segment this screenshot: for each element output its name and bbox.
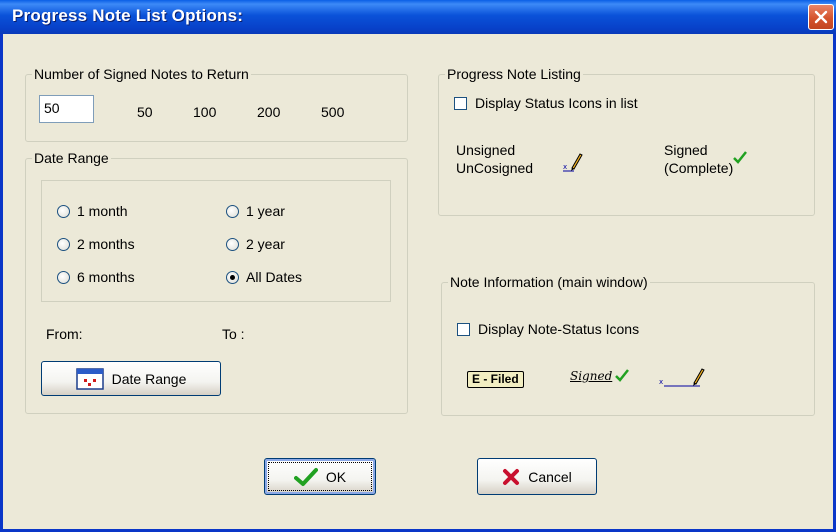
close-button[interactable]: [808, 4, 834, 30]
cancel-button[interactable]: Cancel: [477, 458, 597, 495]
checkmark-icon: [733, 151, 747, 164]
signed-notes-count-input[interactable]: 50: [39, 95, 94, 123]
to-label: To :: [222, 326, 245, 342]
checkmark-icon: [615, 369, 629, 382]
display-status-icons-checkbox[interactable]: [454, 96, 467, 110]
cancel-button-label: Cancel: [528, 468, 572, 485]
note-information-group: Note Information (main window) Display N…: [441, 273, 815, 416]
radio-label: 2 year: [246, 236, 285, 252]
preset-50[interactable]: 50: [137, 103, 153, 121]
radio-all-dates[interactable]: All Dates: [226, 269, 302, 285]
radio-2-year[interactable]: 2 year: [226, 236, 285, 252]
date-range-button[interactable]: Date Range: [41, 361, 221, 396]
dialog-content: Number of Signed Notes to Return 50 50 1…: [3, 34, 833, 529]
dialog-window: Progress Note List Options: Number of Si…: [0, 0, 836, 532]
progress-note-listing-group: Progress Note Listing Display Status Ico…: [438, 65, 815, 216]
radio-2-months[interactable]: 2 months: [57, 236, 135, 252]
radio-button[interactable]: [57, 270, 70, 284]
date-range-legend: Date Range: [32, 149, 111, 167]
uncosigned-label: UnCosigned: [456, 160, 534, 176]
date-range-button-label: Date Range: [111, 370, 187, 387]
note-information-legend: Note Information (main window): [448, 273, 650, 291]
preset-100[interactable]: 100: [193, 103, 216, 121]
complete-label: (Complete): [664, 160, 734, 176]
radio-label: 6 months: [77, 269, 135, 285]
ok-button-label: OK: [325, 468, 347, 485]
ok-button[interactable]: OK: [264, 458, 376, 495]
preset-200[interactable]: 200: [257, 103, 280, 121]
display-note-status-icons-label: Display Note-Status Icons: [478, 321, 640, 337]
display-status-icons-checkbox-row[interactable]: Display Status Icons in list: [454, 95, 638, 111]
close-icon: [814, 10, 828, 24]
unsigned-label: Unsigned: [456, 142, 516, 158]
checkmark-icon: [293, 467, 318, 486]
calendar-icon: [75, 367, 104, 390]
display-status-icons-label: Display Status Icons in list: [475, 95, 638, 111]
pencil-icon: x: [659, 368, 705, 387]
radio-label: 1 year: [246, 203, 285, 219]
radio-1-year[interactable]: 1 year: [226, 203, 285, 219]
title-bar[interactable]: Progress Note List Options:: [0, 0, 836, 34]
radio-label: 1 month: [77, 203, 128, 219]
radio-6-months[interactable]: 6 months: [57, 269, 135, 285]
radio-button[interactable]: [57, 204, 70, 218]
signed-label: Signed: [664, 142, 708, 158]
date-range-group: Date Range 1 month 1 year 2 months 2 yea…: [25, 149, 408, 414]
preset-500[interactable]: 500: [321, 103, 344, 121]
display-note-status-icons-checkbox-row[interactable]: Display Note-Status Icons: [457, 321, 639, 337]
svg-text:x: x: [563, 163, 567, 171]
radio-button[interactable]: [226, 204, 239, 218]
date-range-options-box: 1 month 1 year 2 months 2 year 6 months: [41, 180, 391, 302]
signed-stamp-label: Signed: [570, 369, 613, 383]
signed-notes-group: Number of Signed Notes to Return 50 50 1…: [25, 65, 408, 142]
dialog-title: Progress Note List Options:: [12, 6, 244, 25]
display-note-status-icons-checkbox[interactable]: [457, 322, 470, 336]
radio-button[interactable]: [57, 237, 70, 251]
radio-1-month[interactable]: 1 month: [57, 203, 128, 219]
radio-label: All Dates: [246, 269, 303, 285]
radio-button[interactable]: [226, 237, 239, 251]
x-icon: [503, 468, 520, 485]
pencil-icon: x: [563, 153, 583, 172]
radio-button[interactable]: [226, 270, 239, 284]
radio-label: 2 months: [77, 236, 135, 252]
signed-notes-legend: Number of Signed Notes to Return: [32, 65, 251, 83]
svg-text:x: x: [659, 378, 663, 386]
e-filed-badge: E - Filed: [467, 371, 524, 388]
from-label: From:: [46, 326, 83, 342]
progress-note-listing-legend: Progress Note Listing: [445, 65, 583, 83]
